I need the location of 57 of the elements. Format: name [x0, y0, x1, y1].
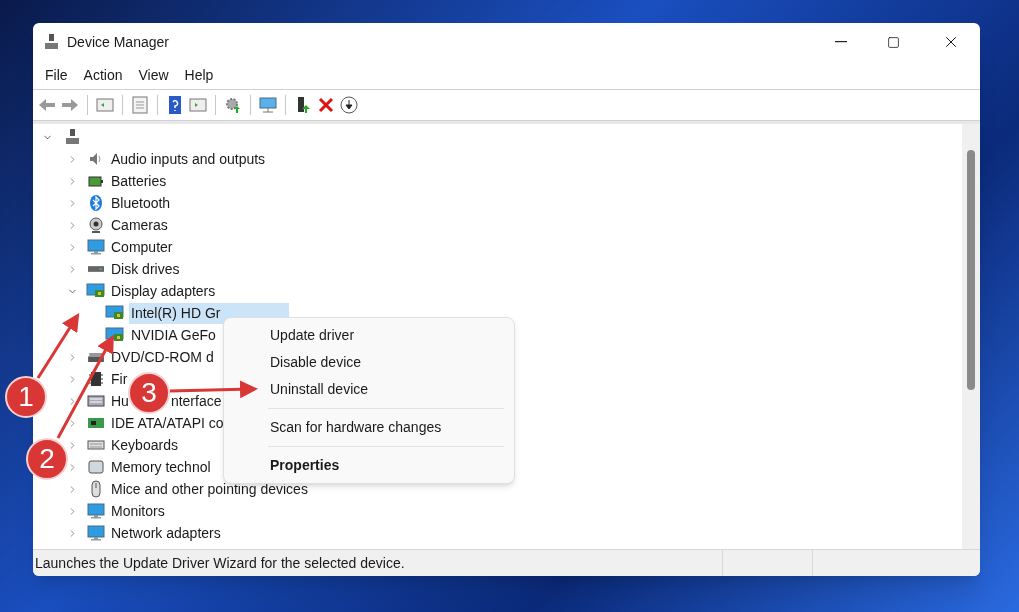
tree-item[interactable]: Bluetooth — [109, 192, 173, 214]
tree-item[interactable]: Disk drives — [109, 258, 182, 280]
tree-item[interactable]: Monitors — [109, 500, 167, 522]
gear-icon[interactable] — [223, 95, 243, 115]
tree-item[interactable]: Display adapters — [109, 280, 218, 302]
computer-icon — [43, 33, 59, 51]
context-menu-item[interactable]: Disable device — [224, 349, 514, 376]
display-adapter-icon — [86, 283, 106, 299]
drive-icon — [88, 266, 104, 272]
delete-x-icon[interactable] — [316, 95, 336, 115]
display-adapter-icon — [105, 305, 125, 321]
menu-item[interactable]: Help — [176, 64, 222, 86]
chip-icon — [87, 370, 105, 388]
tree-item[interactable]: Hu — [109, 390, 131, 412]
computer-icon — [64, 128, 80, 146]
annotation-number-badge: 1 — [5, 376, 47, 418]
memory-card-icon — [87, 458, 105, 476]
tree-item[interactable]: Audio inputs and outputs — [109, 148, 268, 170]
pane-icon[interactable] — [95, 95, 115, 115]
tree-item-label: nterface — [170, 391, 222, 411]
tree-item[interactable]: Memory technol — [109, 456, 213, 478]
window-title: Device Manager — [67, 32, 169, 52]
scrollbar-thumb[interactable] — [967, 150, 975, 390]
minimize-icon — [835, 41, 847, 43]
status-text: Launches the Update Driver Wizard for the selected device. — [33, 550, 723, 576]
tree-item[interactable]: Mice and other pointing devices — [109, 478, 310, 500]
menu-item[interactable]: View — [130, 64, 177, 86]
tree-item[interactable]: Keyboards — [109, 434, 180, 456]
context-menu-item[interactable]: Uninstall device — [224, 376, 514, 403]
webcam-icon — [87, 216, 105, 234]
annotation-number-badge: 2 — [26, 438, 68, 480]
tree-item[interactable]: IDE ATA/ATAPI co — [109, 412, 226, 434]
tree-item[interactable]: Cameras — [109, 214, 170, 236]
menu-item[interactable]: File — [37, 64, 76, 86]
network-adapter-icon — [87, 525, 105, 541]
scrollbar[interactable] — [962, 124, 980, 549]
monitor-icon — [87, 239, 105, 255]
tree-item[interactable]: DVD/CD-ROM d — [109, 346, 216, 368]
monitor-icon[interactable] — [258, 95, 278, 115]
download-circle-icon[interactable] — [339, 95, 359, 115]
drive-icon — [88, 352, 104, 362]
tree-item[interactable]: NVIDIA GeFo — [129, 324, 216, 346]
expand-chevron-icon[interactable] — [67, 505, 78, 517]
tree-item[interactable]: Batteries — [109, 170, 169, 192]
tree-item[interactable]: Network adapters — [109, 522, 223, 544]
keyboard-icon — [85, 392, 107, 410]
properties-icon[interactable] — [130, 95, 150, 115]
context-menu-item[interactable]: Update driver — [224, 322, 514, 349]
tree-item[interactable]: Fir — [109, 368, 130, 390]
menu-item[interactable]: Action — [75, 64, 131, 86]
display-adapter-icon — [105, 327, 125, 343]
bluetooth-icon — [87, 194, 105, 212]
monitor-icon — [87, 503, 105, 519]
tree-item[interactable]: Computer — [109, 236, 175, 258]
context-menu-item[interactable]: Properties — [224, 452, 514, 479]
context-menu-item[interactable]: Scan for hardware changes — [224, 414, 514, 441]
maximize-icon — [886, 35, 900, 49]
